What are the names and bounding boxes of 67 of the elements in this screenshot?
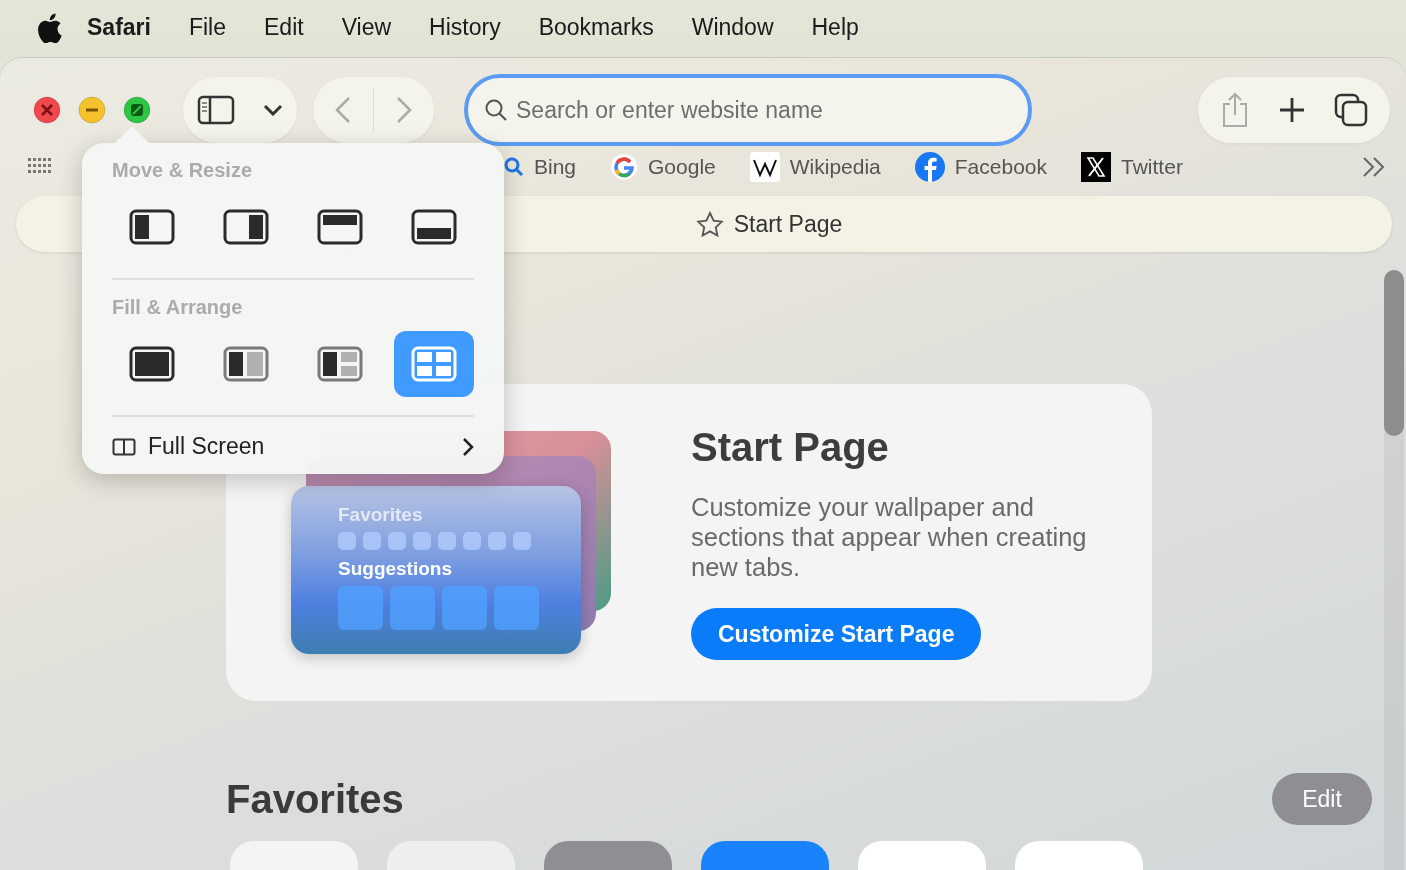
window-layout-icon — [410, 209, 458, 245]
menu-item[interactable]: History — [410, 14, 520, 41]
menu-item[interactable]: Edit — [245, 14, 323, 41]
search-icon — [504, 157, 524, 177]
illustration-label: Favorites — [338, 503, 424, 526]
menu-item[interactable]: Help — [792, 14, 878, 41]
placeholder-tile — [363, 531, 381, 550]
placeholder-tile — [463, 531, 481, 550]
bookmark-link[interactable]: Bing — [504, 155, 577, 179]
tab-title: Start Page — [733, 210, 843, 238]
scroll-thumb[interactable] — [1384, 270, 1404, 436]
placeholder-tile — [413, 531, 431, 550]
double-chevron-icon[interactable] — [1362, 156, 1386, 178]
menu-item[interactable]: Window — [672, 14, 793, 41]
app-menu[interactable]: Safari — [68, 14, 170, 41]
card-title: Start Page — [691, 425, 890, 470]
menu-item[interactable]: File — [169, 14, 245, 41]
address-field[interactable]: Search or enter website name — [464, 74, 1032, 146]
search-icon — [484, 98, 508, 122]
placeholder-tile — [388, 531, 406, 550]
chevron-left-icon — [335, 96, 351, 124]
bookmark-link[interactable]: Wikipedia — [749, 152, 881, 182]
chevron-right-icon — [396, 96, 412, 124]
google-logo-icon — [610, 153, 639, 181]
bookmark-link[interactable]: Twitter — [1081, 152, 1183, 182]
illustration-label: Suggestions — [338, 557, 453, 580]
menu-section-title: Move & Resize — [112, 159, 254, 182]
zoom-button[interactable] — [123, 96, 151, 124]
placeholder-tile — [338, 585, 383, 630]
grid-icon[interactable] — [28, 158, 52, 176]
window-layout-icon — [222, 209, 270, 245]
window-layout-icon — [316, 209, 364, 245]
section-title: Favorites — [226, 776, 404, 822]
chevron-down-icon — [263, 104, 283, 116]
minimize-button[interactable] — [78, 96, 106, 124]
menu-section-title: Fill & Arrange — [112, 296, 244, 319]
window-layout-icon — [410, 346, 458, 382]
window-layout-icon — [316, 346, 364, 382]
placeholder-tile — [513, 531, 531, 550]
close-button[interactable] — [33, 96, 61, 124]
window-layout-icon — [128, 209, 176, 245]
plus-icon — [1278, 96, 1306, 124]
bookmark-link[interactable]: Google — [610, 153, 716, 181]
placeholder-tile — [338, 531, 356, 550]
menu-item[interactable]: Bookmarks — [519, 14, 673, 41]
full-screen-item[interactable]: Full Screen — [112, 433, 474, 460]
star-icon — [695, 211, 724, 237]
share-icon — [1220, 92, 1250, 128]
apple-logo-icon[interactable] — [36, 12, 62, 43]
placeholder-tile — [390, 585, 435, 630]
x-logo-icon — [1081, 152, 1112, 182]
placeholder-tile — [494, 585, 539, 630]
window-layout-icon — [128, 346, 176, 382]
tabs-icon — [1334, 93, 1368, 127]
split-window-icon — [112, 437, 136, 456]
wikipedia-logo-icon — [749, 152, 780, 182]
bookmark-link[interactable]: Facebook — [914, 152, 1048, 182]
placeholder-tile — [442, 585, 487, 630]
menu-item[interactable]: View — [322, 14, 411, 41]
customize-button[interactable]: Customize Start Page — [691, 608, 982, 660]
chevron-right-icon — [462, 436, 474, 457]
facebook-logo-icon — [914, 152, 945, 182]
placeholder-tile — [488, 531, 506, 550]
sidebar-icon — [197, 95, 235, 125]
window-layout-icon — [222, 346, 270, 382]
card-description: Customize your wallpaper and sections that appear when creating new tabs. — [691, 492, 1088, 582]
placeholder-tile — [438, 531, 456, 550]
